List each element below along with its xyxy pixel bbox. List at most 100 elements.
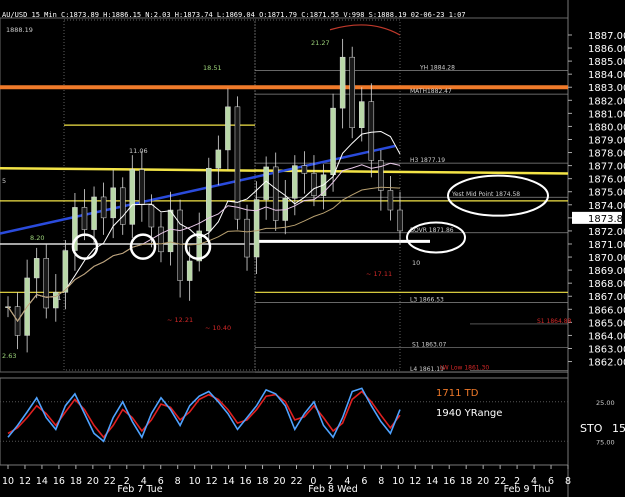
level-label-L4: L4 1861.19 [410,366,444,373]
price-tick-label: 1887.00 [588,31,625,42]
price-tick-label: 1863.00 [588,344,625,355]
price-tick-label: 1881.00 [588,109,625,120]
candle-body [139,169,145,206]
candle-body [119,187,126,225]
candle-body [253,199,260,258]
stochastic-tick: 25.00 [596,399,615,407]
price-tick-label: 1866.00 [588,305,625,316]
candle-body [301,165,308,174]
annotation-label: 10 [412,259,420,267]
candle-body [62,250,69,293]
time-tick-label: 16 [53,476,65,487]
candle-body [206,167,212,232]
candle-body [81,207,88,230]
candle-body [292,165,298,199]
price-tick-label: 1864.00 [588,331,625,342]
session-box-0 [63,19,256,371]
time-tick-label: 8 [378,476,384,487]
time-tick-label: 10 [189,476,201,487]
price-tick-label: 1886.00 [588,44,625,55]
candle-body [91,196,97,230]
day-label: Feb 8 Wed [308,484,358,495]
level-label-LW: LW Low 1861.30 [440,365,489,372]
candle-body [387,190,394,211]
candle-body [148,204,155,228]
annotation-label: 2.63 [2,352,16,360]
candle-body [397,209,403,232]
stochastic-tick: 75.00 [596,438,615,446]
stochastic-label: STO [580,422,603,435]
price-tick-label: 1882.00 [588,96,625,107]
time-tick-label: 18 [70,476,82,487]
time-tick-label: 16 [240,476,252,487]
price-tick-label: 1870.00 [588,253,625,264]
candle-body [349,56,355,128]
ma-red-top [329,24,401,36]
level-label-L3: L3 1866.53 [410,296,444,303]
candle-body [177,209,183,281]
level-label-S1b: S1 1863.07 [412,342,447,349]
candle-body [244,218,250,258]
price-chart: 1887.001886.001885.001884.001883.001882.… [0,0,625,497]
candle-body [33,258,40,279]
time-tick-label: 20 [273,476,285,487]
price-tick-label: 1869.00 [588,266,625,277]
price-tick-label: 1877.00 [588,162,625,173]
candle-body [158,226,164,253]
candle-body [225,106,231,151]
price-tick-label: 1868.00 [588,279,625,290]
annotation-label: 18.51 [203,64,222,72]
annotation-label: 1888.19 [6,26,33,34]
stochastic-period: 15 [612,422,625,435]
annotation-label: 21.27 [311,39,330,47]
candle-body [368,101,375,161]
time-tick-label: 14 [426,476,438,487]
price-tick-label: 1871.00 [588,240,625,251]
annotation-label: ~ 10.40 [205,324,231,332]
price-tick-label: 1885.00 [588,57,625,68]
annotation-label: ~ 17.11 [366,270,392,278]
time-tick-label: 12 [206,476,218,487]
time-tick-label: 20 [477,476,489,487]
level-label-BOVR: BOVR 1871.86 [410,227,454,234]
candle-body [272,166,279,221]
candle-body [167,209,174,253]
price-tick-label: 1874.00 [588,201,625,212]
price-tick-label: 1880.00 [588,122,625,133]
price-tick-label: 1876.00 [588,175,625,186]
time-tick-label: 10 [392,476,404,487]
candle-body [215,149,222,169]
stochastic-frame [0,377,569,466]
time-tick-label: 12 [19,476,31,487]
level-label-YH: YH 1884.28 [419,65,455,72]
price-tick-label: 1872.00 [588,227,625,238]
annotation-label: 8.20 [30,234,44,242]
level-label-H3: H3 1877.19 [410,157,445,164]
level-label-S1: S1 1864.88 [537,318,572,325]
price-tick-label: 1879.00 [588,135,625,146]
candle-body [110,187,116,219]
level-label-YestMid: Yest Mid Point 1874.58 [451,191,520,198]
note-1: 1940 YRange [436,408,502,419]
note-0: 1711 TD [436,388,479,399]
day-label: Feb 9 Thu [504,484,551,495]
annotation-label: ~ 12.21 [167,316,193,324]
price-tick-label: 1884.00 [588,70,625,81]
last-price-label: 1873.89 [588,214,625,225]
candle-body [330,107,336,176]
candle-body [378,160,384,191]
time-tick-label: 18 [256,476,268,487]
candle-body [43,258,49,309]
time-tick-label: 14 [36,476,48,487]
time-tick-label: 12 [409,476,421,487]
time-tick-label: 14 [223,476,235,487]
time-tick-label: 22 [104,476,116,487]
price-tick-label: 1883.00 [588,83,625,94]
annotation-label: 11.06 [129,147,148,155]
time-tick-label: 16 [443,476,455,487]
candle-body [359,101,365,128]
time-tick-label: 8 [565,476,571,487]
candle-body [311,173,317,196]
time-tick-label: 10 [2,476,14,487]
time-tick-label: 20 [87,476,99,487]
